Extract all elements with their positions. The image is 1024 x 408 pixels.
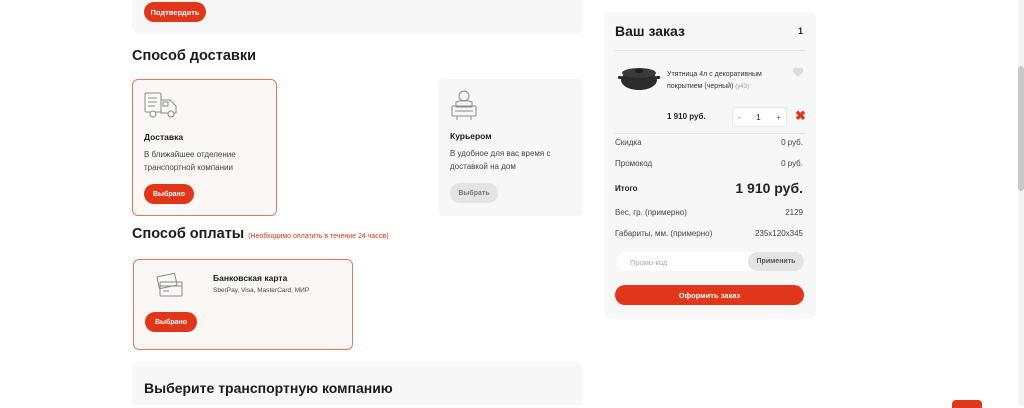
confirm-button[interactable]: Подтвердить <box>144 2 206 22</box>
delivery-option-courier[interactable]: Курьером В удобное для вас время с доста… <box>438 79 583 216</box>
option-title: Курьером <box>450 131 492 141</box>
order-summary: Ваш заказ 1 Утятница 4л с декоративным п… <box>604 12 816 318</box>
product-price: 1 910 руб. <box>667 112 706 121</box>
promocode-value: 0 руб. <box>781 159 803 168</box>
payment-option-description: SberPay, Visa, MasterCard, МИР <box>213 287 310 294</box>
dimensions-label: Габариты, мм. (примерно) <box>615 229 713 238</box>
promocode-label: Промокод <box>615 159 653 168</box>
product-article: (у43) <box>735 84 749 90</box>
promo-code-input[interactable] <box>616 252 752 273</box>
transport-section-title: Выберите транспортную компанию <box>144 380 393 396</box>
checkout-button[interactable]: Оформить заказ <box>615 285 804 305</box>
delivery-option-pickup[interactable]: Доставка В ближайшее отделение транспорт… <box>132 79 277 216</box>
transport-company-block: Выберите транспортную компанию <box>132 362 583 405</box>
remove-item-icon[interactable]: ✖ <box>795 109 806 122</box>
increment-button[interactable]: + <box>776 113 781 122</box>
quantity-stepper[interactable]: - 1 + <box>732 107 787 127</box>
order-item-count: 1 <box>797 26 803 36</box>
option-title: Доставка <box>144 132 184 142</box>
payment-section-title: Способ оплаты (Необходимо оплатить в тече… <box>132 226 389 242</box>
delivery-section-title: Способ доставки <box>132 48 256 64</box>
promo-code-form: Применить <box>616 252 804 273</box>
option-description: В ближайшее отделение транспортной компа… <box>144 150 236 172</box>
bank-card-icon <box>156 272 183 297</box>
decrement-button[interactable]: - <box>738 113 741 122</box>
payment-option-bank-card[interactable]: Банковская карта SberPay, Visa, MasterCa… <box>133 259 353 350</box>
weight-value: 2129 <box>785 208 803 217</box>
page-scrollbar[interactable] <box>1018 0 1024 405</box>
payment-note: (Необходимо оплатить в течение 24 часов) <box>248 233 389 240</box>
product-image[interactable] <box>618 62 660 94</box>
total-label: Итого <box>615 184 638 193</box>
discount-value: 0 руб. <box>781 138 803 147</box>
payment-selected-button[interactable]: Выбрано <box>145 312 197 332</box>
option-description: В удобное для вас время с доставкой на д… <box>450 149 551 171</box>
heart-icon[interactable] <box>792 67 804 78</box>
scroll-to-top-button[interactable] <box>952 400 982 408</box>
total-value: 1 910 руб. <box>735 180 803 196</box>
apply-promo-button[interactable]: Применить <box>748 252 804 271</box>
payment-option-title: Банковская карта <box>213 273 288 283</box>
select-button[interactable]: Выбрать <box>450 183 498 203</box>
dimensions-value: 235x120x345 <box>754 229 803 238</box>
discount-label: Скидка <box>615 138 642 147</box>
divider <box>615 133 805 134</box>
quantity-value[interactable]: 1 <box>756 113 760 122</box>
product-name[interactable]: Утятница 4л с декоративным покрытием (че… <box>667 69 789 93</box>
delivery-truck-icon <box>144 92 177 118</box>
scrollbar-thumb[interactable] <box>1018 66 1024 191</box>
divider <box>615 50 805 51</box>
courier-icon <box>451 90 477 120</box>
order-title: Ваш заказ <box>615 23 685 39</box>
weight-label: Вес, гр. (примерно) <box>615 208 687 217</box>
selected-button[interactable]: Выбрано <box>144 184 194 204</box>
